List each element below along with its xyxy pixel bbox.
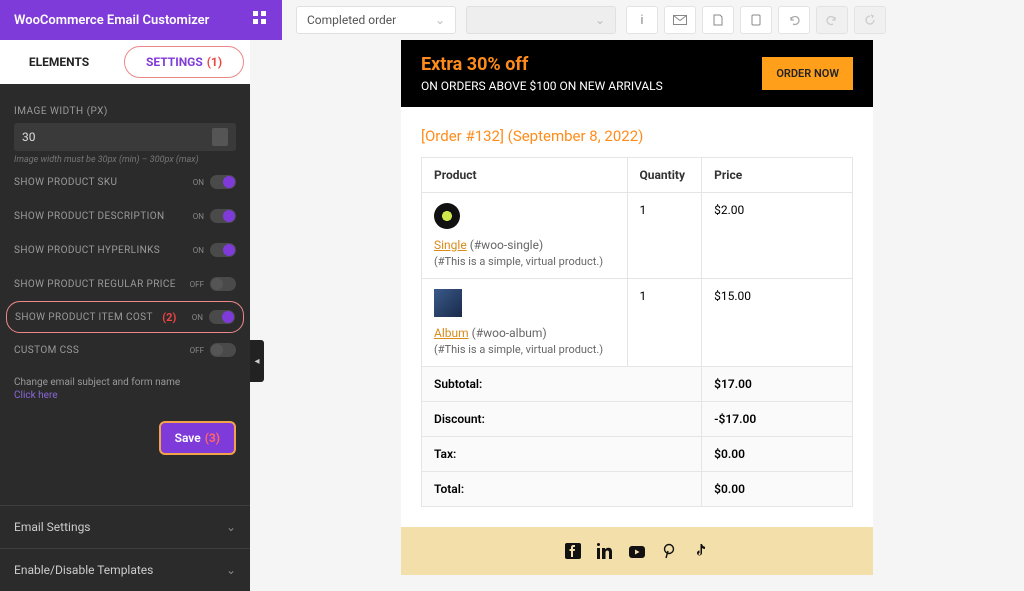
product-sku: (#woo-album) [472, 326, 547, 340]
product-link[interactable]: Single [434, 238, 467, 252]
toggle-label: SHOW PRODUCT DESCRIPTION [14, 211, 165, 222]
collapse-sidebar-button[interactable]: ◂ [250, 340, 264, 382]
toggle-label: SHOW PRODUCT SKU [14, 177, 117, 188]
col-qty: Quantity [627, 158, 702, 193]
toggle-label: SHOW PRODUCT ITEM COST [15, 312, 153, 323]
item-price: $2.00 [702, 193, 853, 279]
product-desc: (#This is a simple, virtual product.) [434, 343, 615, 356]
total-row: Tax:$0.00 [422, 437, 853, 472]
toggle-state: ON [193, 178, 204, 187]
linkedin-icon[interactable] [597, 543, 613, 559]
toggle-switch[interactable] [210, 277, 236, 291]
toggle-row-0: SHOW PRODUCT SKU ON [14, 165, 236, 199]
toggle-switch[interactable] [209, 310, 235, 324]
app-brand: WooCommerce Email Customizer [0, 0, 282, 40]
email-type-value: Completed order [307, 13, 396, 27]
order-table: Product Quantity Price Single (#woo-sing… [421, 157, 853, 507]
discard-button[interactable] [740, 6, 772, 34]
chevron-down-icon: ⌄ [435, 13, 445, 27]
annotation-1: (1) [207, 55, 222, 69]
toggle-switch[interactable] [210, 209, 236, 223]
toggle-switch[interactable] [210, 243, 236, 257]
click-here-link[interactable]: Click here [14, 390, 58, 401]
product-image [434, 203, 460, 229]
toggle-row-3: SHOW PRODUCT REGULAR PRICE OFF [14, 267, 236, 301]
tab-settings[interactable]: SETTINGS (1) [124, 46, 244, 78]
tiktok-icon[interactable] [693, 543, 709, 559]
toggle-row-1: SHOW PRODUCT DESCRIPTION ON [14, 199, 236, 233]
toggle-label: SHOW PRODUCT HYPERLINKS [14, 245, 160, 256]
save-label: Save [175, 431, 201, 445]
tab-settings-label: SETTINGS [146, 55, 203, 69]
image-width-value: 30 [22, 130, 36, 144]
top-toolbar: Completed order ⌄ ⌄ i [282, 6, 1024, 34]
refresh-button[interactable] [854, 6, 886, 34]
toggle-row-4: SHOW PRODUCT ITEM COST (2) ON [6, 301, 244, 333]
chevron-down-icon: ⌄ [226, 520, 236, 534]
accordion-enable-disable-templates[interactable]: Enable/Disable Templates⌄ [0, 548, 250, 591]
info-button[interactable]: i [626, 6, 658, 34]
toggle-state: ON [193, 246, 204, 255]
product-link[interactable]: Album [434, 326, 469, 340]
save-button[interactable]: Save (3) [159, 421, 236, 455]
total-row: Subtotal:$17.00 [422, 367, 853, 402]
brand-title: WooCommerce Email Customizer [14, 13, 209, 28]
social-bar [401, 527, 873, 575]
image-width-input[interactable]: 30 [14, 123, 236, 151]
accordion-email-settings[interactable]: Email Settings⌄ [0, 505, 250, 548]
facebook-icon[interactable] [565, 543, 581, 559]
order-now-button[interactable]: ORDER NOW [762, 57, 853, 90]
secondary-select[interactable]: ⌄ [466, 6, 616, 34]
col-price: Price [702, 158, 853, 193]
image-width-hint: Image width must be 30px (min) – 300px (… [14, 155, 236, 165]
table-row: Album (#woo-album) (#This is a simple, vi… [422, 279, 853, 367]
banner-title: Extra 30% off [421, 54, 663, 75]
order-header: [Order #132] (September 8, 2022) [421, 127, 853, 145]
item-qty: 1 [627, 279, 702, 367]
stepper-icon[interactable] [212, 128, 228, 146]
annotation-3: (3) [205, 431, 220, 445]
chevron-down-icon: ⌄ [595, 13, 605, 27]
item-qty: 1 [627, 193, 702, 279]
toggle-state: ON [193, 212, 204, 221]
banner-subtitle: ON ORDERS ABOVE $100 ON NEW ARRIVALS [421, 79, 663, 93]
toggle-row-5: CUSTOM CSS OFF [14, 333, 236, 367]
toggle-row-2: SHOW PRODUCT HYPERLINKS ON [14, 233, 236, 267]
youtube-icon[interactable] [629, 543, 645, 559]
col-product: Product [422, 158, 628, 193]
promo-banner: Extra 30% off ON ORDERS ABOVE $100 ON NE… [401, 40, 873, 107]
toggle-label: CUSTOM CSS [14, 345, 79, 356]
toggle-state: ON [192, 313, 203, 322]
product-image [434, 289, 462, 317]
product-desc: (#This is a simple, virtual product.) [434, 255, 615, 268]
product-sku: (#woo-single) [470, 238, 543, 252]
toggle-switch[interactable] [210, 343, 236, 357]
chevron-down-icon: ⌄ [226, 563, 236, 577]
toggle-state: OFF [190, 280, 204, 289]
undo-button[interactable] [778, 6, 810, 34]
total-row: Discount:-$17.00 [422, 402, 853, 437]
pinterest-icon[interactable] [661, 543, 677, 559]
sidebar: ELEMENTS SETTINGS (1) IMAGE WIDTH (PX) 3… [0, 40, 250, 591]
tab-elements[interactable]: ELEMENTS [0, 40, 118, 84]
page-button[interactable] [702, 6, 734, 34]
mail-button[interactable] [664, 6, 696, 34]
email-preview: Extra 30% off ON ORDERS ABOVE $100 ON NE… [250, 40, 1024, 591]
dashboard-icon[interactable] [252, 10, 268, 30]
image-width-label: IMAGE WIDTH (PX) [14, 106, 236, 117]
toggle-switch[interactable] [210, 175, 236, 189]
item-price: $15.00 [702, 279, 853, 367]
toggle-label: SHOW PRODUCT REGULAR PRICE [14, 279, 176, 290]
table-row: Single (#woo-single) (#This is a simple, … [422, 193, 853, 279]
toggle-state: OFF [190, 346, 204, 355]
total-row: Total:$0.00 [422, 472, 853, 507]
subject-note: Change email subject and form name [14, 377, 236, 388]
redo-button[interactable] [816, 6, 848, 34]
email-type-select[interactable]: Completed order ⌄ [296, 6, 456, 34]
annotation-2: (2) [162, 311, 176, 324]
